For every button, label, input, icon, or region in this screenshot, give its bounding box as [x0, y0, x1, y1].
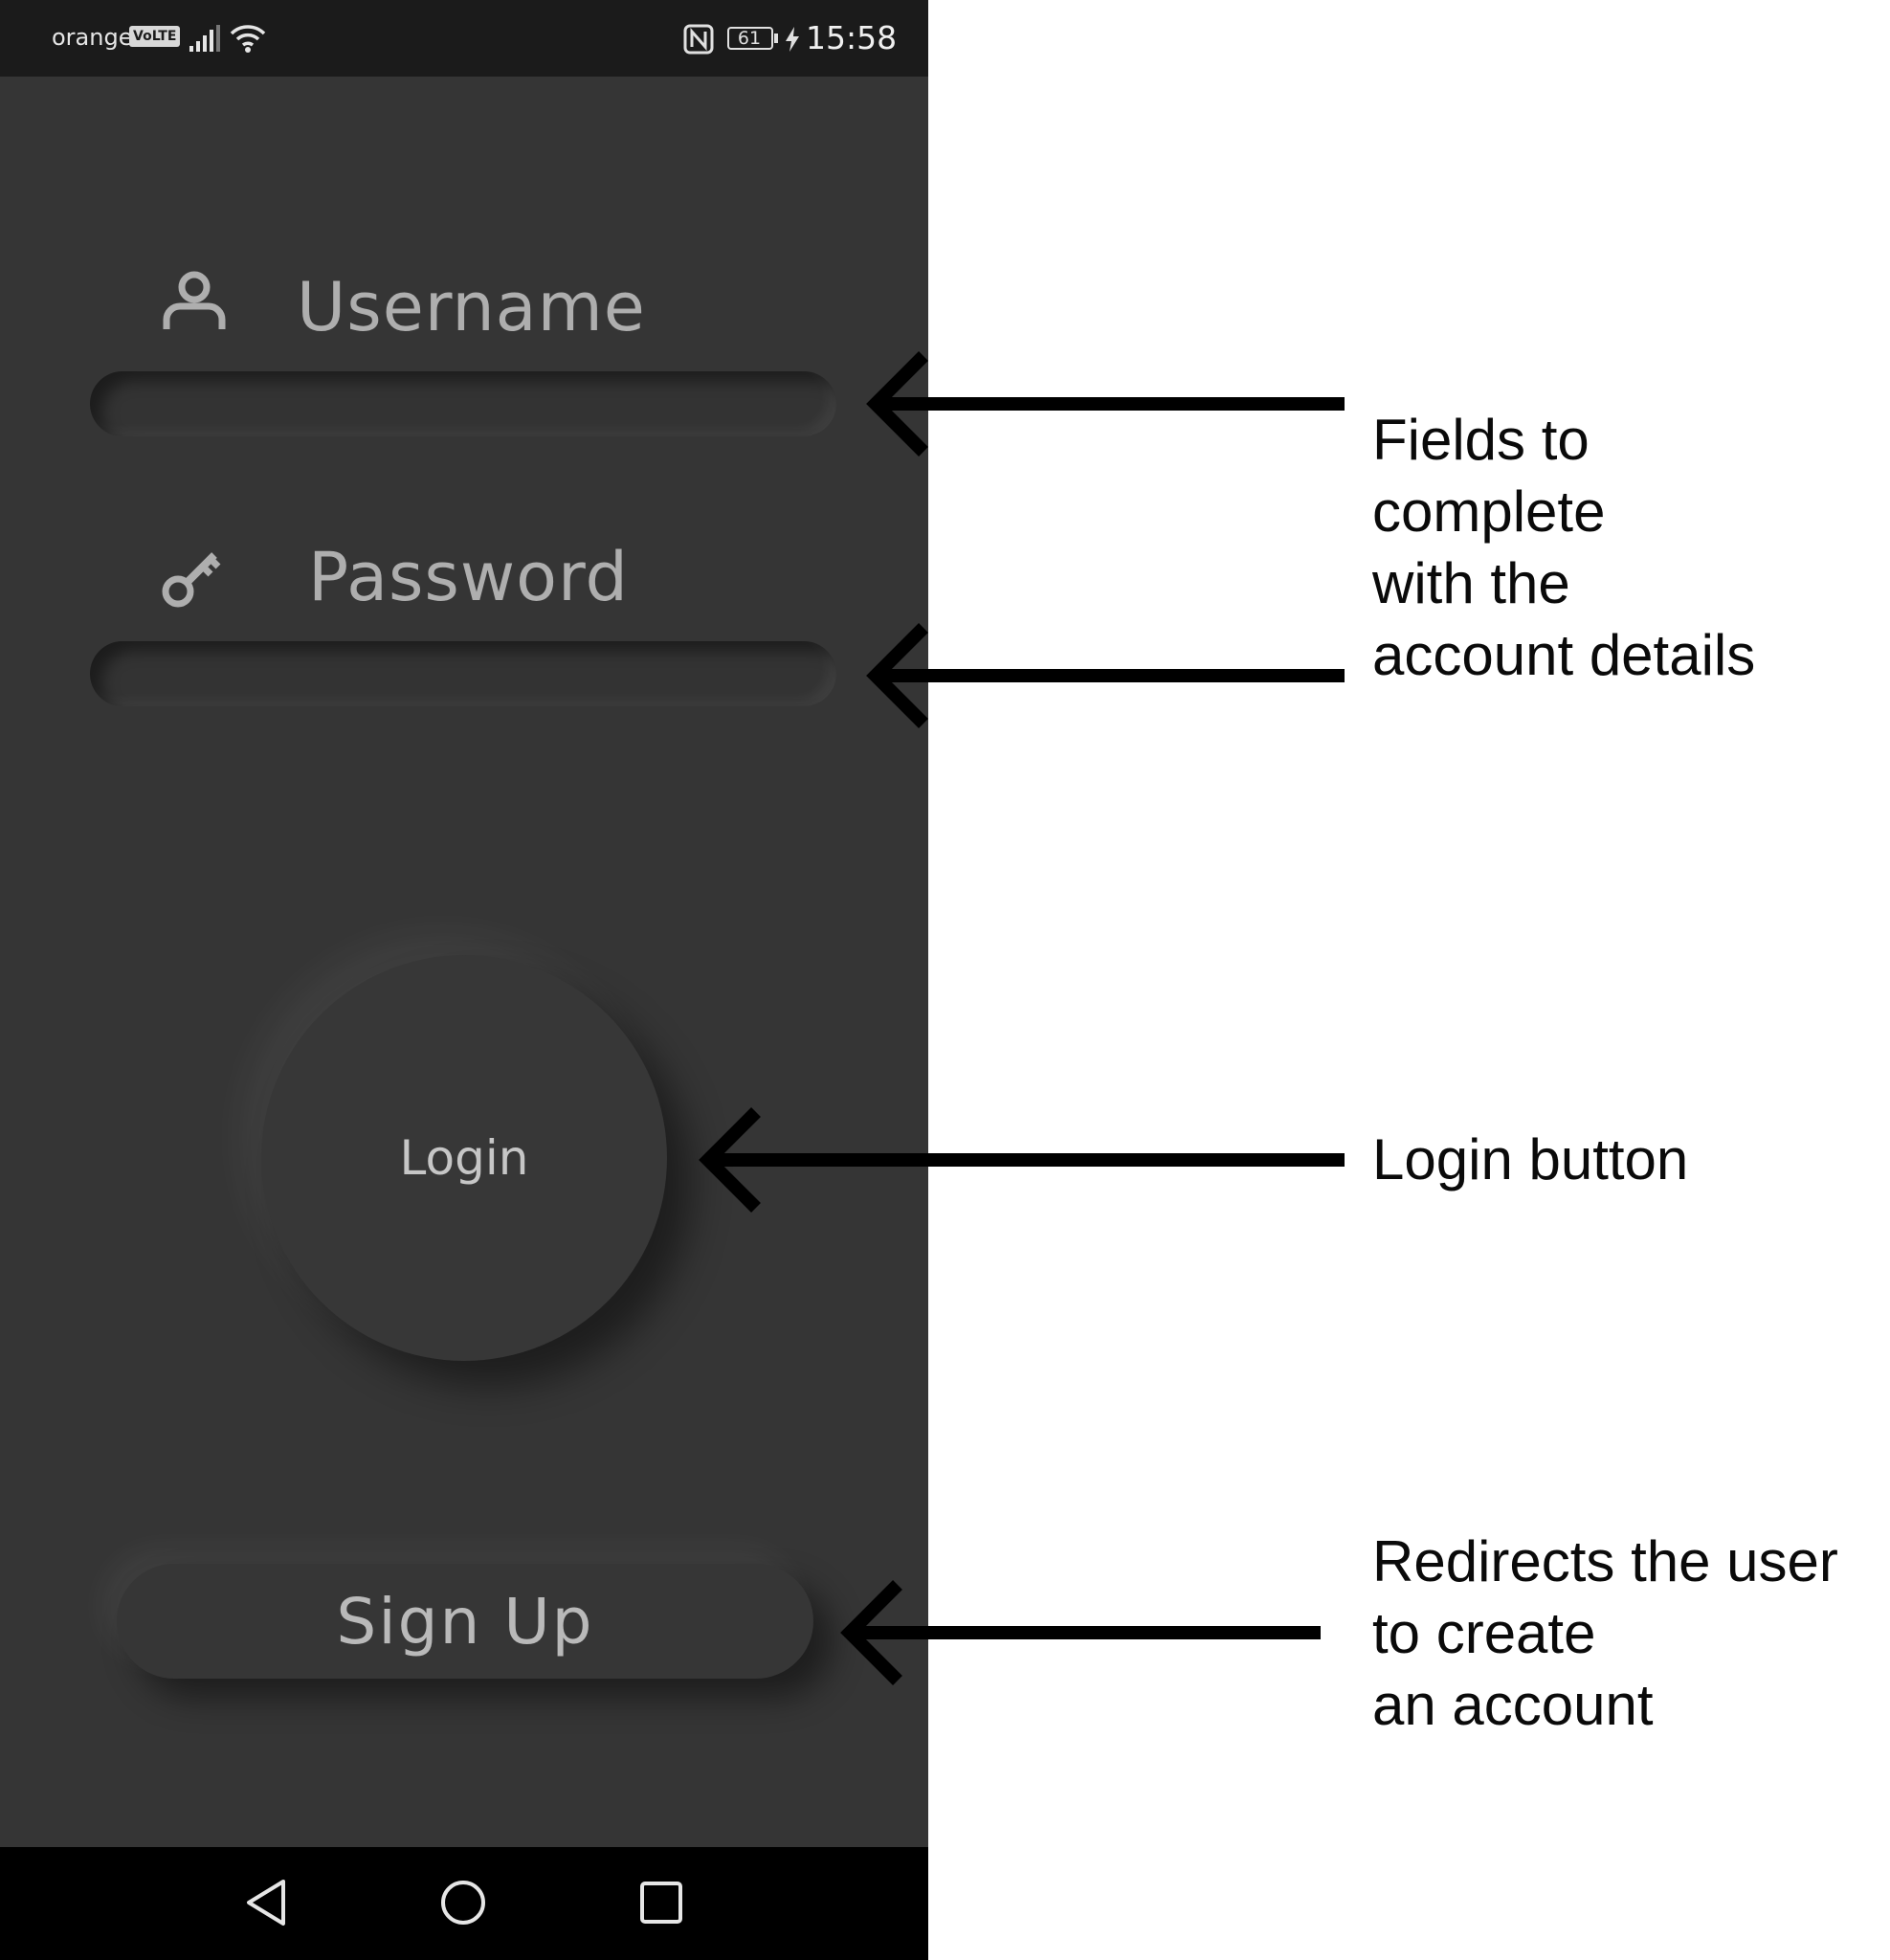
signup-button[interactable]: Sign Up	[117, 1564, 813, 1679]
annotation-signup: Redirects the user to create an account	[1372, 1526, 1838, 1741]
user-icon	[163, 271, 226, 329]
status-bar: orange VoLTE 61 15:58	[0, 0, 928, 77]
key-icon	[162, 552, 221, 608]
password-label: Password	[308, 538, 629, 616]
username-label: Username	[297, 268, 646, 346]
battery-level: 61	[737, 28, 762, 49]
login-button-label: Login	[399, 1130, 529, 1186]
nfc-icon	[683, 24, 714, 55]
annotation-line: an account	[1372, 1673, 1654, 1737]
signal-icon	[189, 25, 220, 52]
app-screen: orange VoLTE 61 15:58 Username Password …	[0, 0, 928, 1960]
annotation-line: complete	[1372, 479, 1606, 544]
password-input[interactable]	[90, 641, 836, 706]
clock: 15:58	[806, 19, 898, 56]
fields-arrow-username	[866, 351, 1345, 457]
annotation-fields: Fields to complete with the account deta…	[1372, 404, 1755, 691]
recents-icon[interactable]	[637, 1878, 685, 1927]
wifi-icon	[230, 25, 266, 53]
annotation-login: Login button	[1372, 1124, 1688, 1195]
volte-badge: VoLTE	[129, 26, 181, 47]
charging-icon	[786, 27, 799, 52]
login-button[interactable]: Login	[261, 955, 667, 1361]
annotation-line: Login button	[1372, 1127, 1689, 1192]
home-icon[interactable]	[439, 1878, 487, 1927]
navigation-bar	[0, 1847, 928, 1960]
carrier-name: orange	[52, 24, 133, 51]
fields-arrow-password	[866, 623, 1345, 728]
annotation-line: Fields to	[1372, 408, 1590, 472]
annotation-line: to create	[1372, 1601, 1596, 1665]
battery-icon: 61	[727, 27, 781, 50]
annotation-line: Redirects the user	[1372, 1529, 1838, 1593]
username-input[interactable]	[90, 371, 836, 436]
annotation-line: account details	[1372, 623, 1756, 687]
annotation-line: with the	[1372, 551, 1570, 615]
back-icon[interactable]	[243, 1878, 291, 1927]
signup-button-label: Sign Up	[336, 1584, 594, 1659]
